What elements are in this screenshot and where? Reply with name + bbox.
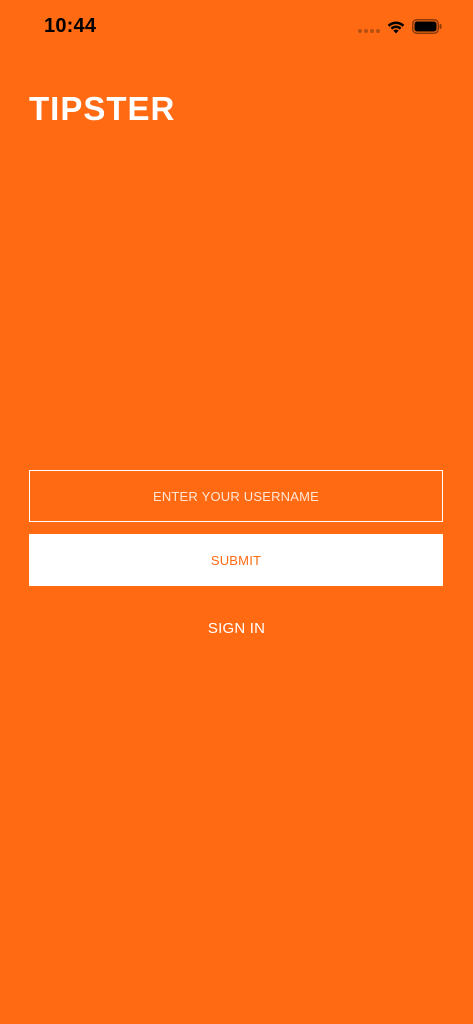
status-time: 10:44 — [44, 15, 97, 37]
battery-icon — [412, 19, 442, 34]
sign-in-link[interactable]: SIGN IN — [0, 620, 473, 637]
signal-dots-icon — [358, 29, 380, 33]
submit-button[interactable]: SUBMIT — [29, 534, 443, 586]
wifi-icon — [387, 21, 405, 34]
status-bar: 10:44 — [0, 0, 473, 54]
username-input[interactable] — [29, 470, 443, 522]
app-title: TIPSTER — [29, 90, 176, 127]
